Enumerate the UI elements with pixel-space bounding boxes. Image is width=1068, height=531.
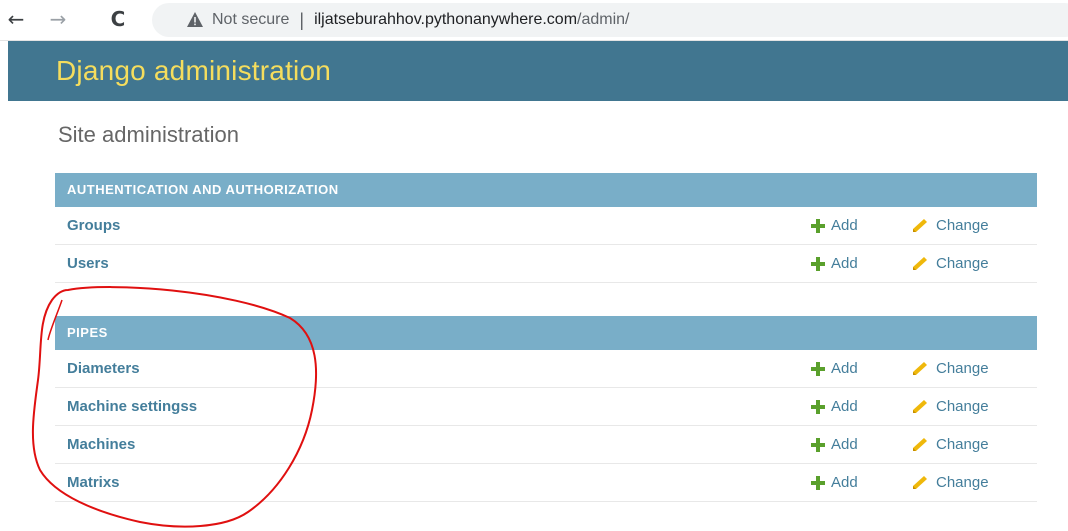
add-label: Add [831,436,858,453]
change-label: Change [936,398,989,415]
reload-icon[interactable]: C [106,6,130,32]
add-label: Add [831,255,858,272]
change-button[interactable]: Change [912,398,989,415]
change-label: Change [936,255,989,272]
forward-arrow-icon[interactable]: → [46,6,70,32]
security-label: Not secure [212,11,290,28]
pencil-icon [913,437,927,451]
django-header: Django administration [8,41,1068,101]
browser-toolbar: ← → C Not secure | iljatseburahhov.pytho… [0,0,1068,41]
add-button[interactable]: Add [811,255,858,272]
pencil-icon [913,256,927,270]
change-label: Change [936,217,989,234]
pencil-icon [913,399,927,413]
model-link-machines[interactable]: Machines [67,436,135,453]
plus-icon [811,399,825,414]
change-button[interactable]: Change [912,436,989,453]
add-label: Add [831,474,858,491]
module-authentication: AUTHENTICATION AND AUTHORIZATION Groups … [55,173,1037,283]
model-link-matrixs[interactable]: Matrixs [67,474,120,491]
change-button[interactable]: Change [912,255,989,272]
module-caption[interactable]: PIPES [55,316,1037,350]
plus-icon [811,218,825,233]
table-row: Machine settingss Add Change [55,388,1037,426]
back-arrow-icon[interactable]: ← [4,6,28,32]
add-button[interactable]: Add [811,474,858,491]
module-caption[interactable]: AUTHENTICATION AND AUTHORIZATION [55,173,1037,207]
add-button[interactable]: Add [811,360,858,377]
url-host: iljatseburahhov.pythonanywhere.com [314,11,578,28]
plus-icon [811,475,825,490]
module-pipes: PIPES Diameters Add Change Machine setti… [55,316,1037,502]
url-path: /admin/ [577,11,630,28]
add-label: Add [831,398,858,415]
table-row: Users Add Change [55,245,1037,283]
warning-triangle-icon[interactable] [186,11,204,29]
pencil-icon [913,475,927,489]
url-separator: | [299,9,305,30]
pencil-icon [913,218,927,232]
table-row: Diameters Add Change [55,350,1037,388]
table-row: Matrixs Add Change [55,464,1037,502]
add-button[interactable]: Add [811,436,858,453]
plus-icon [811,437,825,452]
change-button[interactable]: Change [912,474,989,491]
model-link-groups[interactable]: Groups [67,217,120,234]
plus-icon [811,256,825,271]
add-label: Add [831,360,858,377]
change-label: Change [936,436,989,453]
site-brand[interactable]: Django administration [56,55,331,87]
plus-icon [811,361,825,376]
page-title: Site administration [58,122,239,147]
change-label: Change [936,474,989,491]
model-link-machine-settingss[interactable]: Machine settingss [67,398,197,415]
add-button[interactable]: Add [811,217,858,234]
address-bar[interactable]: Not secure | iljatseburahhov.pythonanywh… [152,3,1068,37]
change-button[interactable]: Change [912,217,989,234]
pencil-icon [913,361,927,375]
table-row: Machines Add Change [55,426,1037,464]
change-label: Change [936,360,989,377]
model-link-diameters[interactable]: Diameters [67,360,140,377]
change-button[interactable]: Change [912,360,989,377]
add-label: Add [831,217,858,234]
model-link-users[interactable]: Users [67,255,109,272]
add-button[interactable]: Add [811,398,858,415]
table-row: Groups Add Change [55,207,1037,245]
